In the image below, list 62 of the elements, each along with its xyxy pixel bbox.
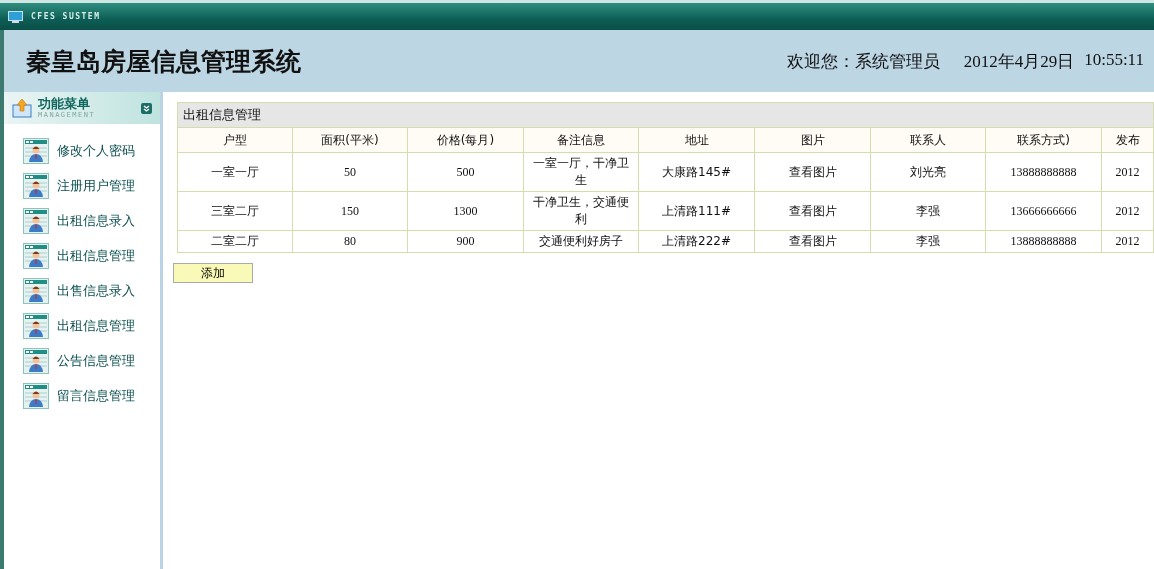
table-cell: 50 (292, 152, 408, 192)
column-header: 联系方式) (985, 127, 1102, 153)
system-title: 秦皇岛房屋信息管理系统 (26, 45, 302, 78)
table-cell: 上清路222# (638, 230, 755, 253)
table-cell: 13888888888 (985, 152, 1102, 192)
table-cell: 2012 (1101, 230, 1154, 253)
column-header: 地址 (638, 127, 755, 153)
table-cell: 2012 (1101, 152, 1154, 192)
menu-item[interactable]: 出租信息管理 (23, 313, 160, 339)
menu-item[interactable]: 出售信息录入 (23, 278, 160, 304)
table-cell: 13888888888 (985, 230, 1102, 253)
time-text: 10:55:11 (1084, 49, 1144, 71)
table-cell: 上清路111# (638, 191, 755, 231)
column-header: 图片 (754, 127, 871, 153)
user-card-icon (23, 348, 49, 374)
column-header: 联系人 (870, 127, 986, 153)
view-image-link[interactable]: 查看图片 (754, 230, 871, 253)
table-cell: 一室一厅 (177, 152, 293, 192)
table-cell: 二室二厅 (177, 230, 293, 253)
add-button[interactable]: 添加 (173, 263, 253, 283)
table-cell: 2012 (1101, 191, 1154, 231)
user-card-icon (23, 243, 49, 269)
date-text: 2012年4月29日 (963, 50, 1075, 73)
user-card-icon (23, 138, 49, 164)
user-card-icon (23, 278, 49, 304)
monitor-icon (8, 10, 23, 23)
table-cell: 500 (407, 152, 524, 192)
user-card-icon (23, 383, 49, 409)
collapse-icon[interactable] (141, 102, 152, 114)
table-cell: 13666666666 (985, 191, 1102, 231)
table-cell: 干净卫生，交通便利 (523, 191, 639, 231)
app-title: CFES SUSTEM (31, 12, 101, 21)
view-image-link[interactable]: 查看图片 (754, 191, 871, 231)
column-header: 面积(平米) (292, 127, 408, 153)
menu-item[interactable]: 留言信息管理 (23, 383, 160, 409)
menu-item[interactable]: 出租信息管理 (23, 243, 160, 269)
menu-item[interactable]: 修改个人密码 (23, 138, 160, 164)
user-card-icon (23, 208, 49, 234)
table-cell: 150 (292, 191, 408, 231)
table-cell: 大康路145# (638, 152, 755, 192)
panel-title: 出租信息管理 (177, 102, 1154, 128)
table-cell: 一室一厅，干净卫生 (523, 152, 639, 192)
menu-item[interactable]: 出租信息录入 (23, 208, 160, 234)
table-cell: 刘光亮 (870, 152, 986, 192)
view-image-link[interactable]: 查看图片 (754, 152, 871, 192)
column-header: 价格(每月) (407, 127, 524, 153)
table-cell: 80 (292, 230, 408, 253)
table-cell: 李强 (870, 191, 986, 231)
user-card-icon (23, 173, 49, 199)
upload-icon (12, 98, 32, 118)
menu-item[interactable]: 公告信息管理 (23, 348, 160, 374)
table-cell: 李强 (870, 230, 986, 253)
column-header: 备注信息 (523, 127, 639, 153)
table-cell: 三室二厅 (177, 191, 293, 231)
user-card-icon (23, 313, 49, 339)
table-cell: 900 (407, 230, 524, 253)
menu-item[interactable]: 注册用户管理 (23, 173, 160, 199)
table-cell: 交通便利好房子 (523, 230, 639, 253)
column-header: 户型 (177, 127, 293, 153)
table-cell: 1300 (407, 191, 524, 231)
menu-title: 功能菜单 (38, 97, 91, 111)
welcome-text: 欢迎您：系统管理员 (786, 50, 940, 73)
